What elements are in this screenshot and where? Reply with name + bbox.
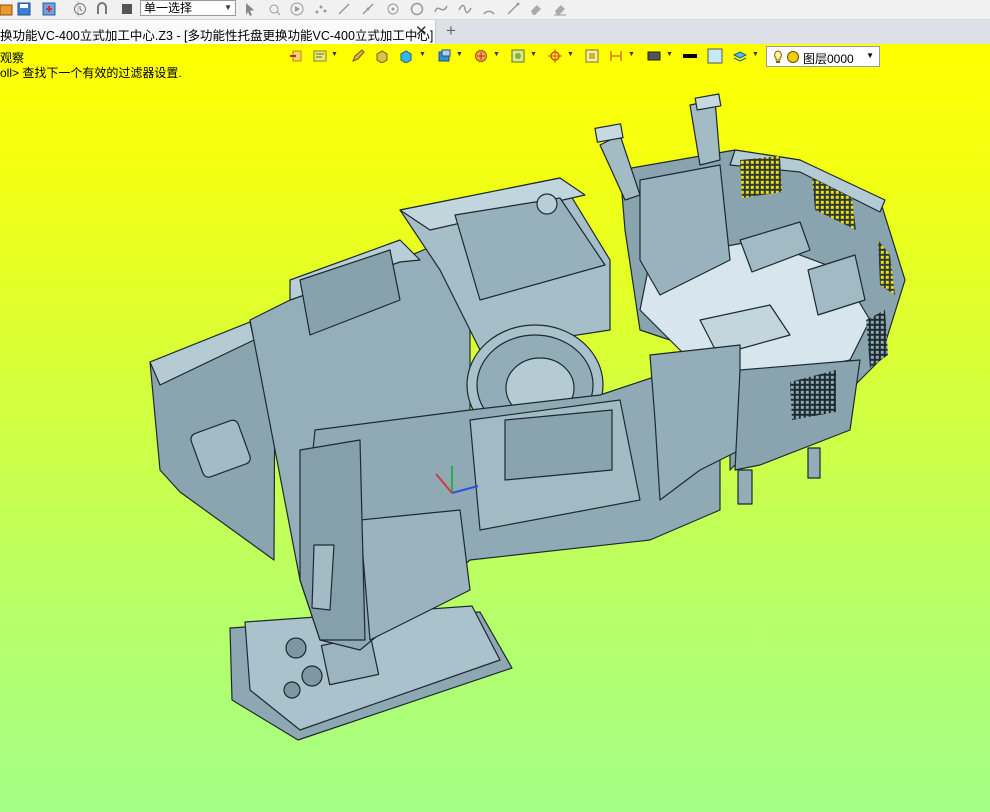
line-style-icon[interactable] (646, 48, 662, 64)
edit-line-icon[interactable] (505, 1, 521, 17)
spline-icon[interactable] (457, 1, 473, 17)
line-color-icon[interactable] (682, 48, 698, 64)
magnet-icon[interactable] (94, 1, 110, 17)
chevron-down-icon[interactable]: ▼ (419, 51, 426, 58)
circle-icon[interactable] (409, 1, 425, 17)
pointer-icon[interactable] (242, 1, 258, 17)
document-tab-title: 换功能VC-400立式加工中心.Z3 - [多功能性托盘更换功能VC-400立式… (0, 29, 434, 43)
snap-point-icon[interactable] (385, 1, 401, 17)
chevron-down-icon[interactable]: ▼ (666, 51, 673, 58)
selection-filter-dropdown[interactable]: 单一选择 ▼ (140, 0, 236, 16)
selection-filter-value: 单一选择 (144, 1, 193, 15)
curve-icon[interactable] (433, 1, 449, 17)
trim-icon[interactable] (552, 1, 568, 17)
fit-view-icon[interactable] (584, 48, 600, 64)
new-tab-icon[interactable]: + (446, 21, 456, 41)
graphics-viewport[interactable]: 观察 oll> 查找下一个有效的过滤器设置. ▼ ▼ ▼ ▼ ▼ ▼ ▼ ▼ ▼… (0, 44, 990, 812)
points-icon[interactable] (313, 1, 329, 17)
cnc-machine-model[interactable] (0, 44, 990, 812)
view-cube-icon[interactable] (436, 48, 452, 64)
open-file-icon[interactable] (0, 1, 14, 17)
arc-icon[interactable] (481, 1, 497, 17)
play-icon[interactable] (289, 1, 305, 17)
chevron-down-icon[interactable]: ▼ (493, 51, 500, 58)
export-icon[interactable] (41, 1, 57, 17)
stop-icon[interactable] (119, 1, 135, 17)
dimension-icon[interactable] (608, 48, 624, 64)
document-tab-bar: 换功能VC-400立式加工中心.Z3 - [多功能性托盘更换功能VC-400立式… (0, 20, 990, 44)
shaded-box-icon[interactable] (374, 48, 390, 64)
pen-icon[interactable] (350, 48, 366, 64)
display-filter-icon[interactable] (510, 48, 526, 64)
chevron-down-icon: ▼ (866, 51, 874, 60)
render-mode-icon[interactable] (473, 48, 489, 64)
chevron-down-icon[interactable]: ▼ (456, 51, 463, 58)
chevron-down-icon[interactable]: ▼ (628, 51, 635, 58)
lightbulb-icon[interactable] (773, 50, 783, 67)
filter-list-icon[interactable] (312, 48, 328, 64)
layer-manager-icon[interactable] (732, 48, 748, 64)
layer-color-icon[interactable] (786, 50, 800, 67)
layer-dropdown[interactable]: 图层0000 ▼ (766, 46, 880, 67)
face-color-icon[interactable] (707, 48, 723, 64)
document-tab[interactable]: 换功能VC-400立式加工中心.Z3 - [多功能性托盘更换功能VC-400立式… (0, 20, 436, 44)
line-tool-icon[interactable] (360, 1, 376, 17)
chevron-down-icon: ▼ (224, 3, 232, 12)
chevron-down-icon[interactable]: ▼ (530, 51, 537, 58)
exit-view-icon[interactable] (288, 48, 304, 64)
cube-icon[interactable] (398, 48, 414, 64)
target-icon[interactable] (547, 48, 563, 64)
chevron-down-icon[interactable]: ▼ (752, 51, 759, 58)
chevron-down-icon[interactable]: ▼ (331, 51, 338, 58)
top-toolbar: 单一选择 ▼ (0, 0, 990, 20)
pick-filter-icon[interactable] (266, 1, 282, 17)
close-tab-icon[interactable]: ✕ (415, 22, 428, 40)
chevron-down-icon[interactable]: ▼ (567, 51, 574, 58)
history-icon[interactable] (72, 1, 88, 17)
save-icon[interactable] (16, 1, 32, 17)
layer-name: 图层0000 (803, 52, 854, 66)
eraser-icon[interactable] (528, 1, 544, 17)
status-message: oll> 查找下一个有效的过滤器设置. (0, 66, 182, 80)
line-icon[interactable] (336, 1, 352, 17)
